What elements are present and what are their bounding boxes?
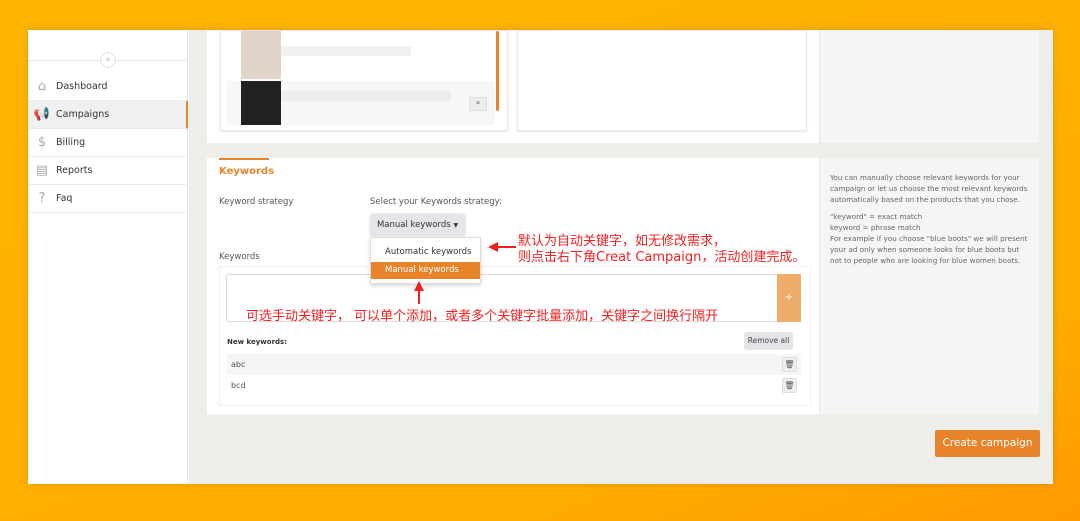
home-icon: ⌂ (37, 79, 47, 94)
sidebar-item-label: Reports (56, 165, 93, 176)
strategy-menu: Automatic keywords Manual keywords (370, 237, 481, 284)
sidebar-item-label: Billing (56, 137, 86, 148)
annotation-arrow (496, 246, 516, 248)
keyword-text: bcd (231, 381, 246, 390)
remove-all-button[interactable]: Remove all (744, 332, 793, 350)
help-text: "keyword" = exact match (830, 212, 923, 221)
help-text: You can manually choose relevant keyword… (830, 173, 1028, 204)
document-icon: ▤ (35, 163, 49, 178)
scrollbar[interactable] (496, 31, 499, 111)
sidebar-item-label: Campaigns (56, 109, 110, 120)
trash-icon[interactable]: 🗑 (782, 357, 797, 372)
sidebar-nav: ⌂ Dashboard 📢 Campaigns $ Billing ▤ Reports … (28, 73, 188, 213)
create-campaign-button[interactable]: Create campaign (935, 430, 1040, 457)
sidebar-item-reports[interactable]: ▤ Reports (28, 157, 188, 185)
keyword-row: bcd 🗑 (227, 375, 801, 396)
product-thumbnail (241, 81, 281, 125)
side-panel (819, 30, 1039, 143)
more-button[interactable]: » (469, 97, 487, 111)
keywords-label: Keywords (219, 252, 260, 262)
strategy-dropdown[interactable]: Manual keywords ▼ (370, 214, 465, 236)
sidebar-item-dashboard[interactable]: ⌂ Dashboard (28, 73, 188, 101)
keywords-card: Keywords Keyword strategy Select your Ke… (207, 158, 1039, 414)
option-manual-keywords[interactable]: Manual keywords (371, 262, 480, 279)
dollar-icon: $ (37, 135, 47, 150)
arrow-head-icon (414, 281, 424, 291)
sidebar-item-label: Faq (56, 193, 73, 204)
selected-value: Manual keywords (376, 220, 451, 230)
help-text: keyword = phrase match (830, 223, 921, 232)
question-icon: ? (38, 191, 46, 206)
add-keyword-button[interactable]: + (777, 274, 801, 322)
keyword-row: abc 🗑 (227, 354, 801, 375)
help-panel: You can manually choose relevant keyword… (819, 158, 1039, 414)
section-title: Keywords (219, 166, 275, 177)
annotation-text: 则点击右下角Creat Campaign，活动创建完成。 (518, 250, 806, 265)
arrow-head-icon (488, 242, 498, 252)
caret-down-icon: ▼ (453, 222, 459, 229)
keyword-text: abc (231, 360, 246, 369)
keyword-strategy-label: Keyword strategy (219, 197, 294, 207)
select-strategy-label: Select your Keywords strategy: (370, 197, 502, 207)
sidebar-item-faq[interactable]: ? Faq (28, 185, 188, 213)
products-card: » (207, 30, 1039, 143)
keywords-box: + New keywords: Remove all abc 🗑 bcd 🗑 (219, 266, 811, 406)
help-text: For example if you choose "blue boots" w… (830, 234, 1028, 265)
new-keywords-label: New keywords: (227, 338, 287, 346)
product-thumbnail (241, 31, 281, 79)
sidebar-item-label: Dashboard (56, 81, 108, 92)
preview-panel (517, 30, 807, 131)
megaphone-icon: 📢 (33, 107, 51, 122)
collapse-sidebar-icon[interactable]: « (100, 52, 116, 68)
sidebar-item-billing[interactable]: $ Billing (28, 129, 188, 157)
sidebar-item-campaigns[interactable]: 📢 Campaigns (28, 101, 188, 129)
annotation-text: 可选手动关键字， 可以单个添加，或者多个关键字批量添加，关键字之间换行隔开 (246, 309, 719, 324)
trash-icon[interactable]: 🗑 (782, 378, 797, 393)
product-list: » (220, 30, 508, 131)
sidebar: « ⌂ Dashboard 📢 Campaigns $ Billing ▤ Report… (28, 30, 188, 484)
option-automatic-keywords[interactable]: Automatic keywords (371, 244, 480, 260)
